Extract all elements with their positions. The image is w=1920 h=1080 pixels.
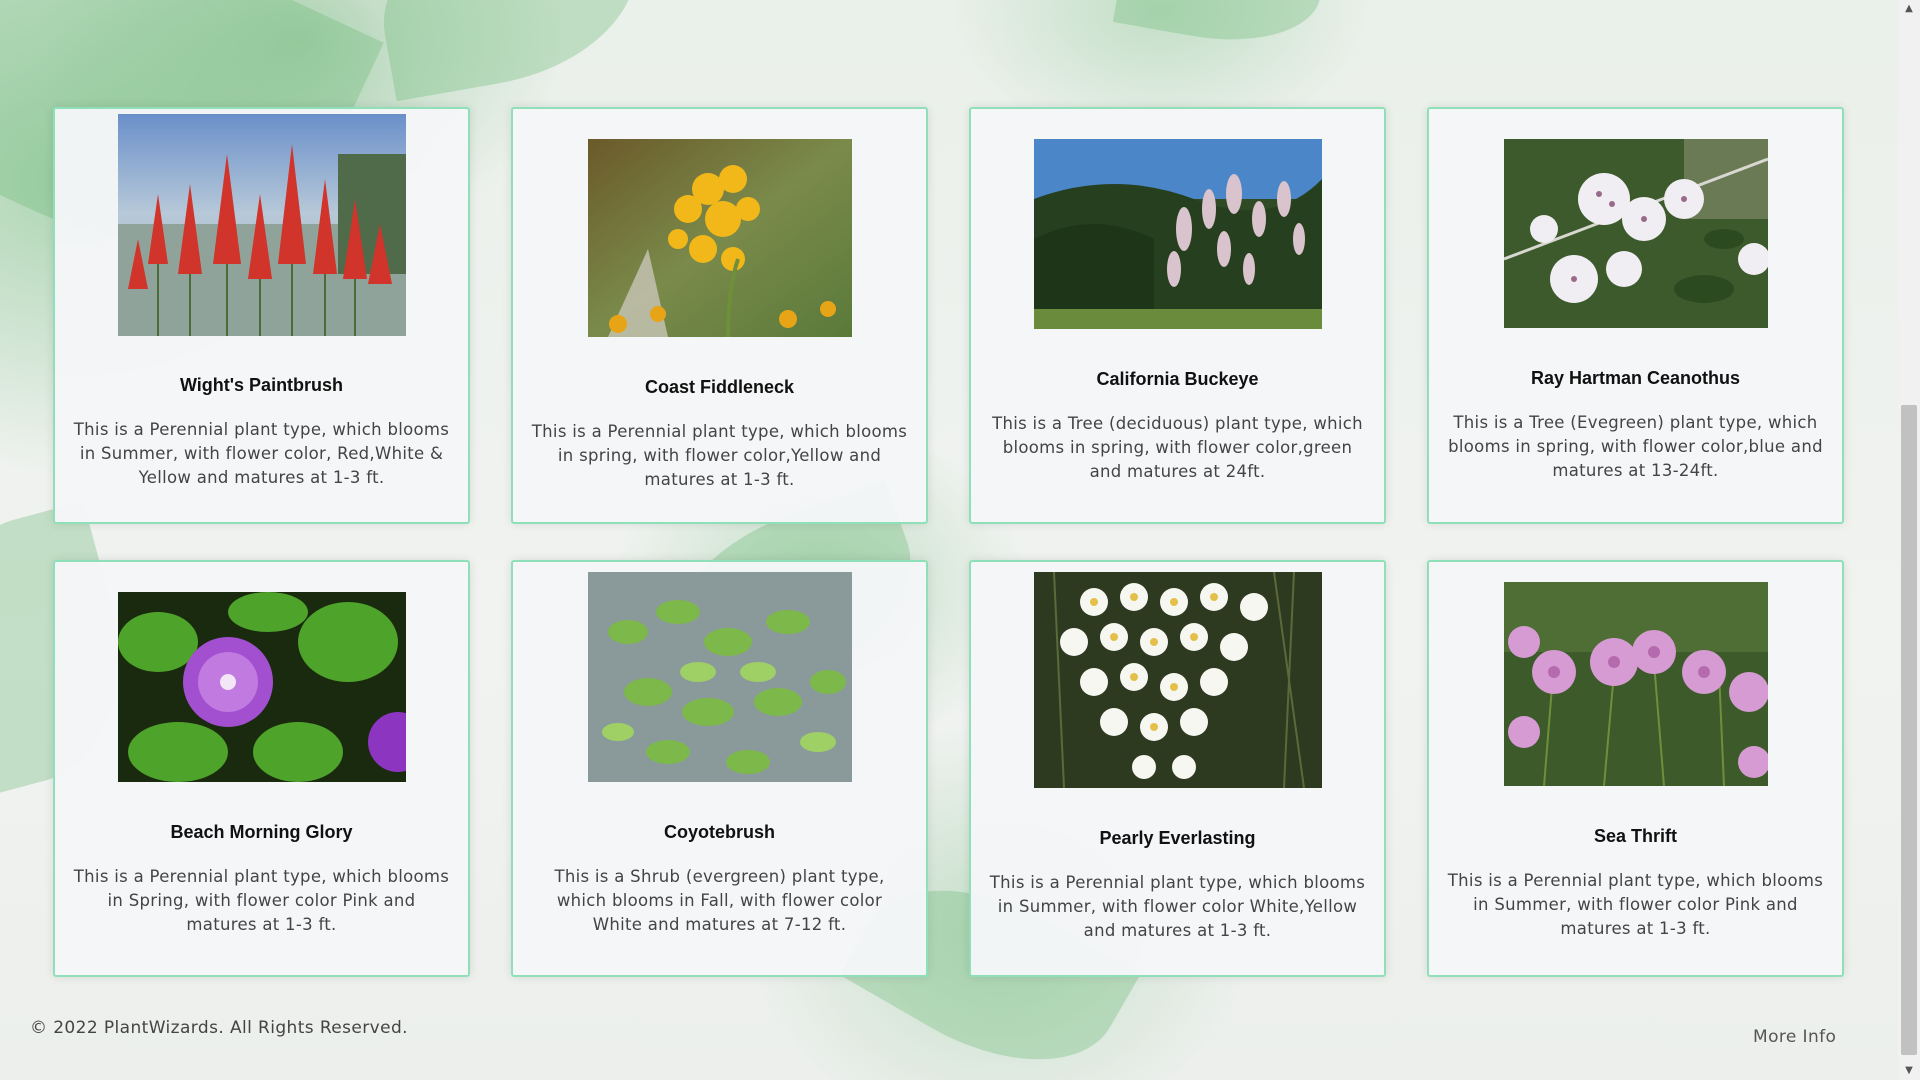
plant-card[interactable]: Pearly Everlasting This is a Perennial p… xyxy=(969,560,1386,977)
red-paintbrush-flowers-photo xyxy=(117,114,406,336)
plant-photo xyxy=(117,114,406,336)
plant-name: Coast Fiddleneck xyxy=(644,377,795,397)
plant-name: California Buckeye xyxy=(1096,369,1259,389)
plant-description: This is a Tree (deciduous) plant type, w… xyxy=(992,414,1363,481)
plant-photo xyxy=(1033,572,1322,788)
plant-card[interactable]: Ray Hartman Ceanothus This is a Tree (Ev… xyxy=(1427,107,1844,524)
plant-description: This is a Perennial plant type, which bl… xyxy=(73,420,450,487)
plant-photo xyxy=(1033,139,1322,329)
plant-photo xyxy=(576,139,864,337)
plant-card[interactable]: Coast Fiddleneck This is a Perennial pla… xyxy=(511,107,928,524)
scroll-up-arrow-icon[interactable]: ▲ xyxy=(1898,0,1920,18)
leaf-shape xyxy=(1112,0,1328,57)
green-coyotebrush-photo xyxy=(587,572,852,782)
plant-photo xyxy=(576,572,864,782)
plant-description: This is a Tree (Evegreen) plant type, wh… xyxy=(1448,413,1823,480)
white-ceanothus-flowers-photo xyxy=(1503,139,1768,328)
plant-photo xyxy=(1492,139,1780,328)
plant-name: Ray Hartman Ceanothus xyxy=(1530,368,1741,388)
plant-photo xyxy=(117,592,406,782)
footer-copyright: © 2022 PlantWizards. All Rights Reserved… xyxy=(30,1018,408,1038)
vertical-scrollbar[interactable]: ▲ ▼ xyxy=(1898,0,1920,1080)
white-everlasting-flowers-photo xyxy=(1033,572,1322,788)
plant-description: This is a Shrub (evergreen) plant type, … xyxy=(554,867,885,934)
yellow-fiddleneck-flowers-photo xyxy=(587,139,852,337)
buckeye-tree-photo xyxy=(1033,139,1322,329)
more-info-link[interactable]: More Info xyxy=(1753,1027,1836,1047)
plant-name: Pearly Everlasting xyxy=(1099,828,1256,848)
plant-card[interactable]: Beach Morning Glory This is a Perennial … xyxy=(53,560,470,977)
plant-photo xyxy=(1492,582,1780,786)
plant-description: This is a Perennial plant type, which bl… xyxy=(1447,871,1824,938)
plant-name: Sea Thrift xyxy=(1593,826,1677,846)
plant-description: This is a Perennial plant type, which bl… xyxy=(73,867,450,934)
leaf-shape xyxy=(367,0,653,102)
plant-card[interactable]: Sea Thrift This is a Perennial plant typ… xyxy=(1427,560,1844,977)
plant-name: Wight's Paintbrush xyxy=(179,375,344,395)
pink-sea-thrift-photo xyxy=(1503,582,1768,786)
scrollbar-thumb[interactable] xyxy=(1901,405,1917,1055)
plant-card-grid: Wight's Paintbrush This is a Perennial p… xyxy=(53,107,1844,977)
purple-morning-glory-photo xyxy=(117,592,406,782)
plant-description: This is a Perennial plant type, which bl… xyxy=(989,873,1366,940)
plant-card[interactable]: California Buckeye This is a Tree (decid… xyxy=(969,107,1386,524)
plant-description: This is a Perennial plant type, which bl… xyxy=(531,422,908,489)
plant-card[interactable]: Wight's Paintbrush This is a Perennial p… xyxy=(53,107,470,524)
scroll-down-arrow-icon[interactable]: ▼ xyxy=(1898,1062,1920,1080)
plant-name: Coyotebrush xyxy=(663,822,775,842)
plant-card[interactable]: Coyotebrush This is a Shrub (evergreen) … xyxy=(511,560,928,977)
plant-name: Beach Morning Glory xyxy=(170,822,353,842)
